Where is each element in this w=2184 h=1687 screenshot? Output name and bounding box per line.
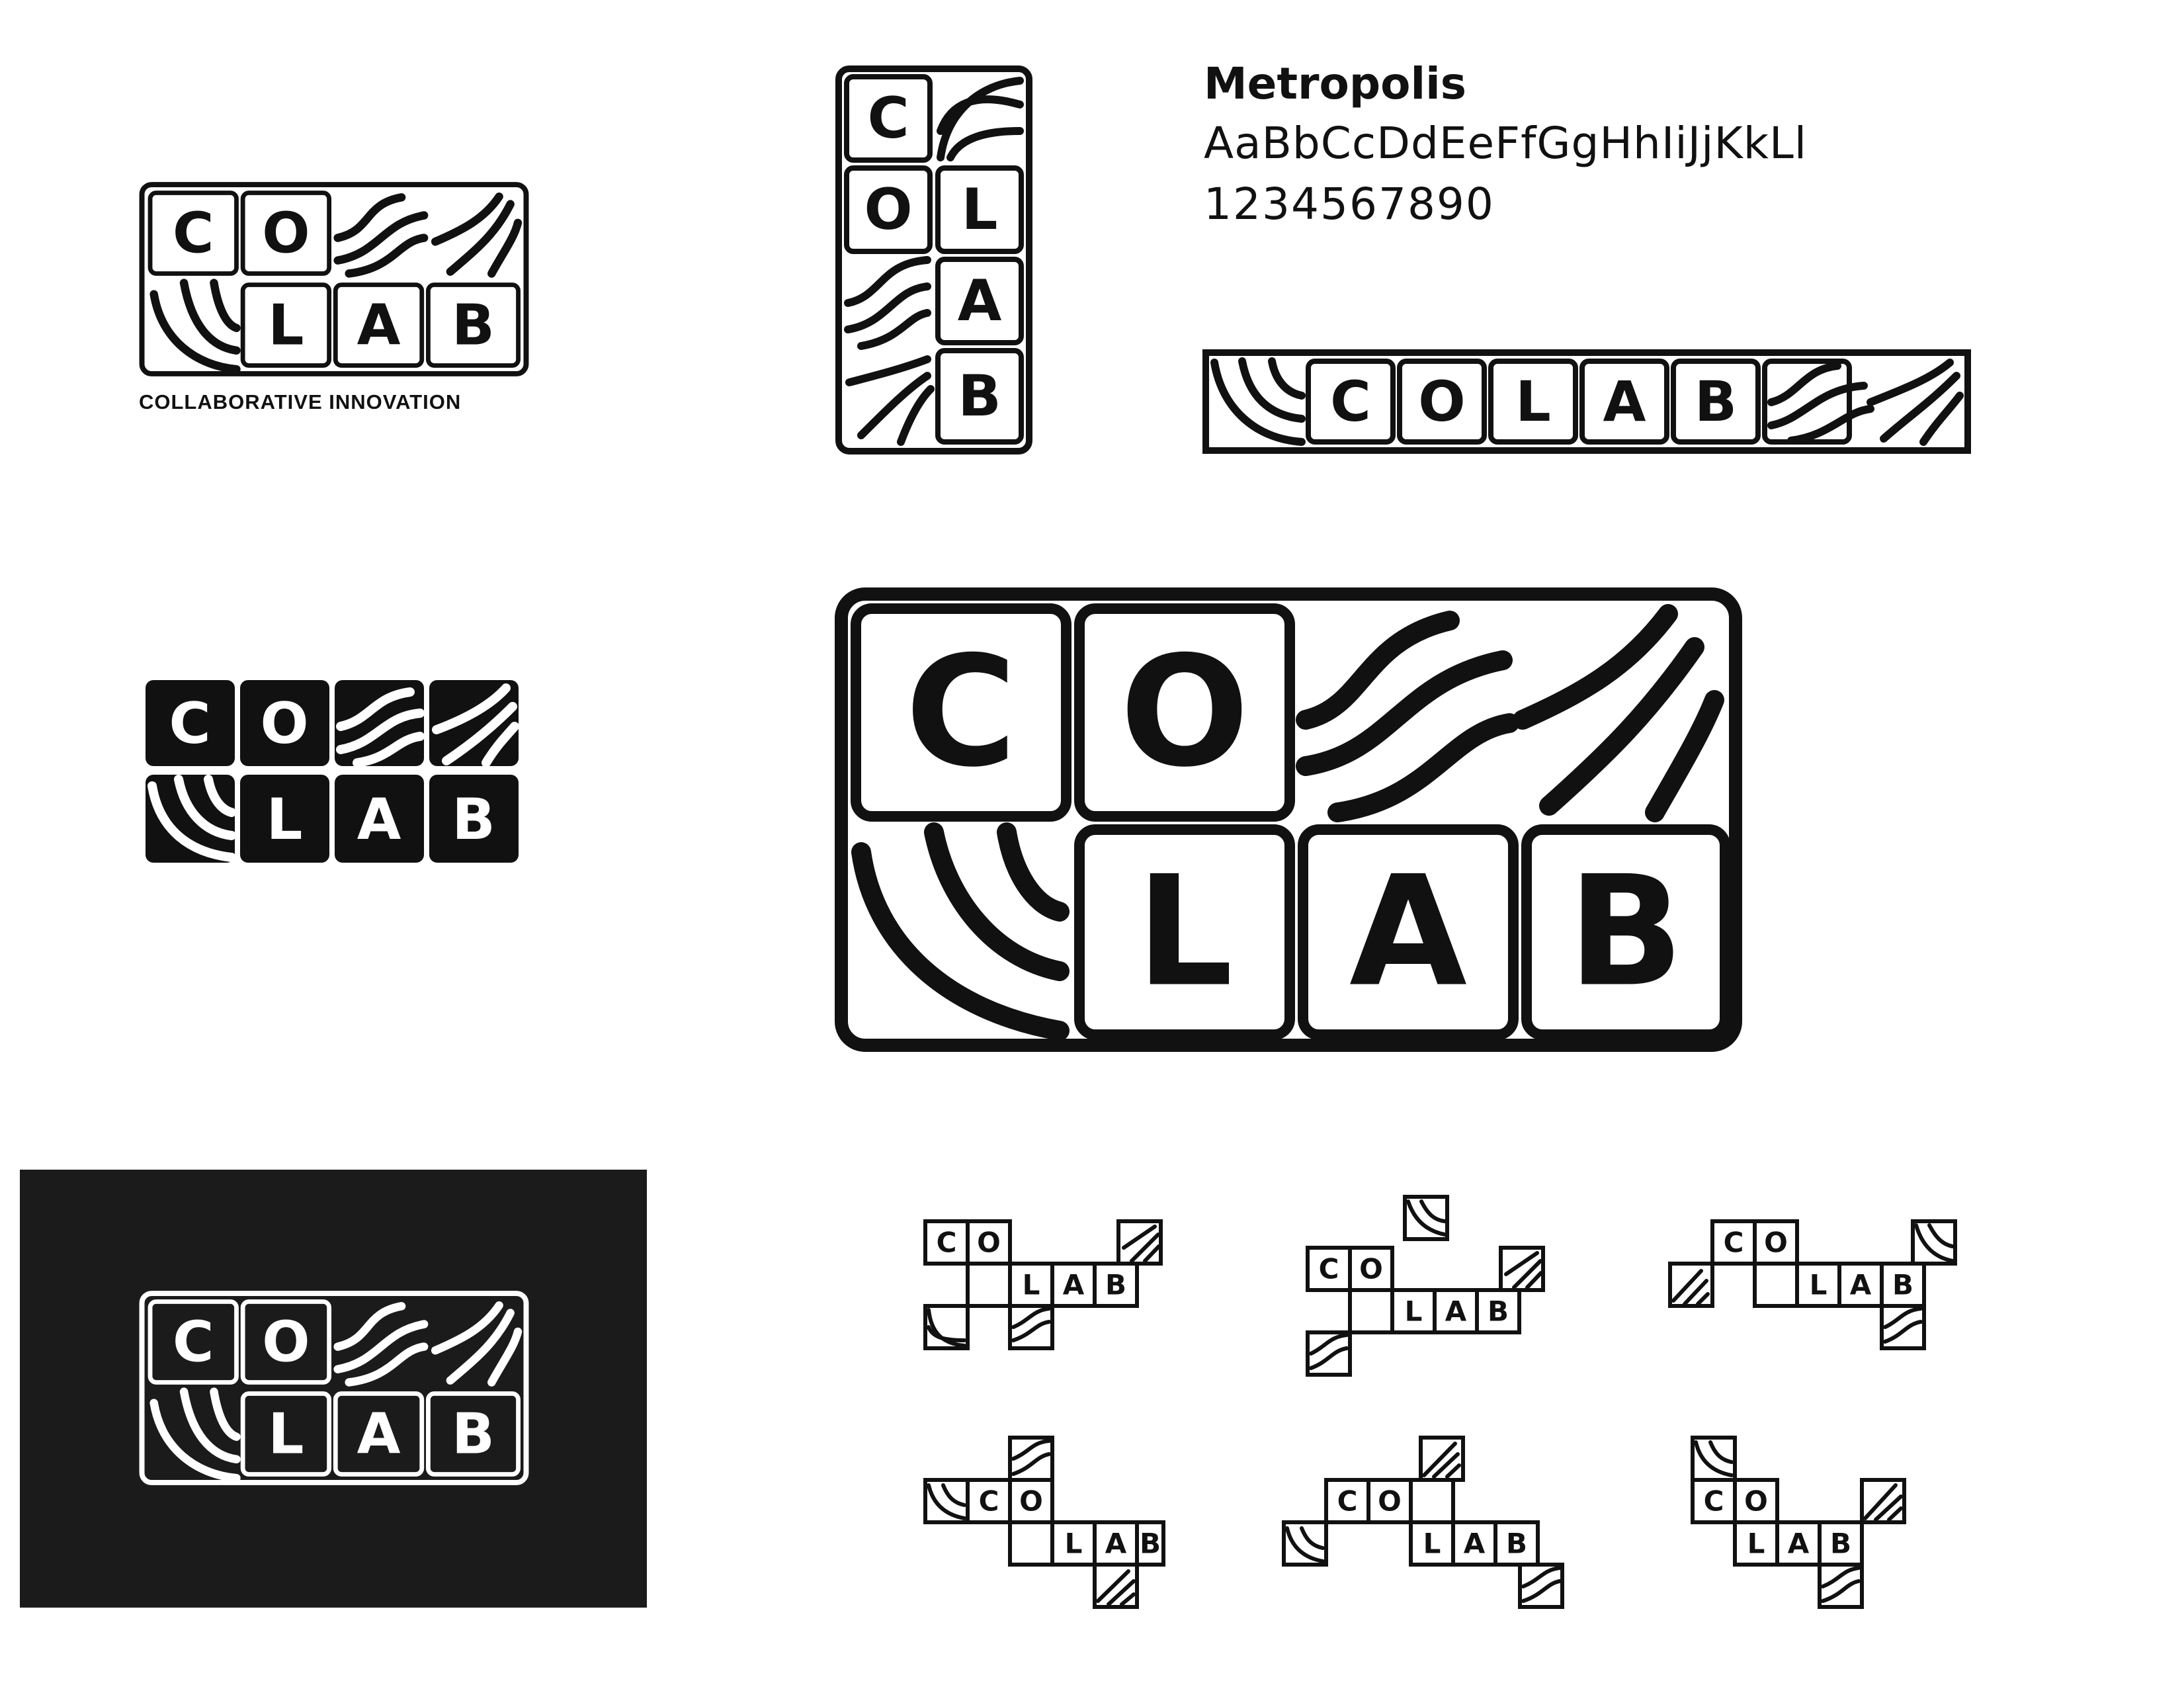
svg-text:B: B [1506,1528,1527,1560]
svg-text:A: A [1445,1295,1467,1328]
svg-text:B: B [1488,1295,1509,1328]
svg-text:O: O [1418,369,1465,434]
svg-text:B: B [1830,1528,1851,1560]
svg-text:L: L [1423,1528,1441,1560]
svg-text:C: C [937,1227,957,1259]
svg-text:B: B [1140,1528,1161,1560]
svg-text:C: C [169,691,210,757]
solid-logo: C O L A B [146,680,520,864]
svg-text:L: L [1515,369,1551,434]
svg-text:O: O [1764,1227,1788,1259]
svg-text:L: L [268,1401,304,1467]
tile-variation-5: C O L A B [1282,1436,1573,1634]
dark-background-panel: C O L A B [20,1170,647,1608]
tile-variation-3: C O L A B [1668,1208,1959,1360]
tile-variation-6: C O L A B [1691,1436,1942,1634]
svg-text:A: A [1603,369,1646,434]
sunburst-rays-icon [431,1301,523,1387]
horizontal-strip-logo: C O L A B [1202,349,1971,454]
svg-text:A: A [958,268,1002,334]
typeface-alphabet-sample: AaBbCcDdEeFfGgHhIiJjKkLl [1204,118,1808,169]
svg-text:C: C [1337,1485,1358,1518]
svg-text:L: L [1405,1295,1423,1328]
svg-text:C: C [1330,369,1371,434]
svg-text:A: A [357,787,401,853]
svg-text:A: A [1105,1528,1127,1560]
svg-text:B: B [452,1401,495,1467]
svg-text:L: L [962,177,998,243]
svg-text:O: O [1378,1485,1402,1518]
svg-text:A: A [1464,1528,1486,1560]
svg-text:C: C [905,625,1017,801]
svg-text:A: A [1850,1269,1872,1301]
svg-text:O: O [262,1309,310,1375]
svg-text:C: C [979,1485,999,1518]
svg-text:B: B [1105,1269,1126,1301]
svg-text:L: L [1065,1528,1083,1560]
svg-text:A: A [357,292,401,358]
vertical-logo: C O L A B [835,65,1033,455]
colab-logo-solid: C O L A B [146,680,519,863]
arc-corner-icon [149,1387,241,1483]
svg-text:C: C [1724,1227,1744,1259]
svg-text:L: L [1747,1528,1765,1560]
hero-logo: C O L A B [835,587,1742,1052]
colab-logo-reversed: C O L A B [139,1291,529,1485]
svg-text:A: A [1349,844,1467,1021]
svg-text:L: L [267,787,303,853]
colab-logo-outline: C O L A B [139,182,529,376]
svg-text:A: A [357,1401,401,1467]
svg-text:B: B [452,787,495,853]
svg-text:L: L [1023,1269,1040,1301]
svg-text:C: C [173,1309,214,1375]
svg-text:L: L [268,292,304,358]
svg-text:B: B [1568,844,1683,1021]
svg-text:B: B [1892,1269,1913,1301]
svg-text:O: O [1120,625,1249,801]
svg-text:C: C [173,200,214,266]
typeface-name: Metropolis [1204,58,1466,109]
colab-logo-large: C O L A B [835,587,1742,1052]
svg-text:O: O [977,1227,1001,1259]
primary-logo-with-tagline: C O L A B [139,180,529,378]
tile-variation-2: C O L A B [1306,1195,1550,1387]
tile-variation-1: C O L A B [923,1208,1168,1360]
svg-text:C: C [867,85,909,151]
tile-variation-4: C O L A B [923,1436,1168,1634]
svg-text:O: O [864,177,912,243]
wave-lines-icon [333,1302,429,1387]
svg-text:L: L [1810,1269,1827,1301]
svg-text:A: A [1788,1528,1810,1560]
svg-text:B: B [958,363,1001,429]
svg-text:L: L [1136,844,1234,1021]
colab-logo-strip: C O L A B [1202,349,1971,454]
logo-tagline: COLLABORATIVE INNOVATION [139,390,462,413]
svg-text:C: C [1704,1485,1724,1518]
typeface-digits-sample: 1234567890 [1204,179,1495,230]
colab-logo-vertical: C O L A B [835,65,1032,454]
svg-text:C: C [1319,1253,1339,1285]
svg-text:O: O [260,691,308,757]
svg-text:B: B [1695,369,1737,434]
svg-text:O: O [1359,1253,1383,1285]
svg-text:O: O [262,200,310,266]
svg-text:A: A [1063,1269,1085,1301]
svg-text:O: O [1744,1485,1768,1518]
svg-text:O: O [1019,1485,1043,1518]
svg-text:B: B [452,292,495,358]
